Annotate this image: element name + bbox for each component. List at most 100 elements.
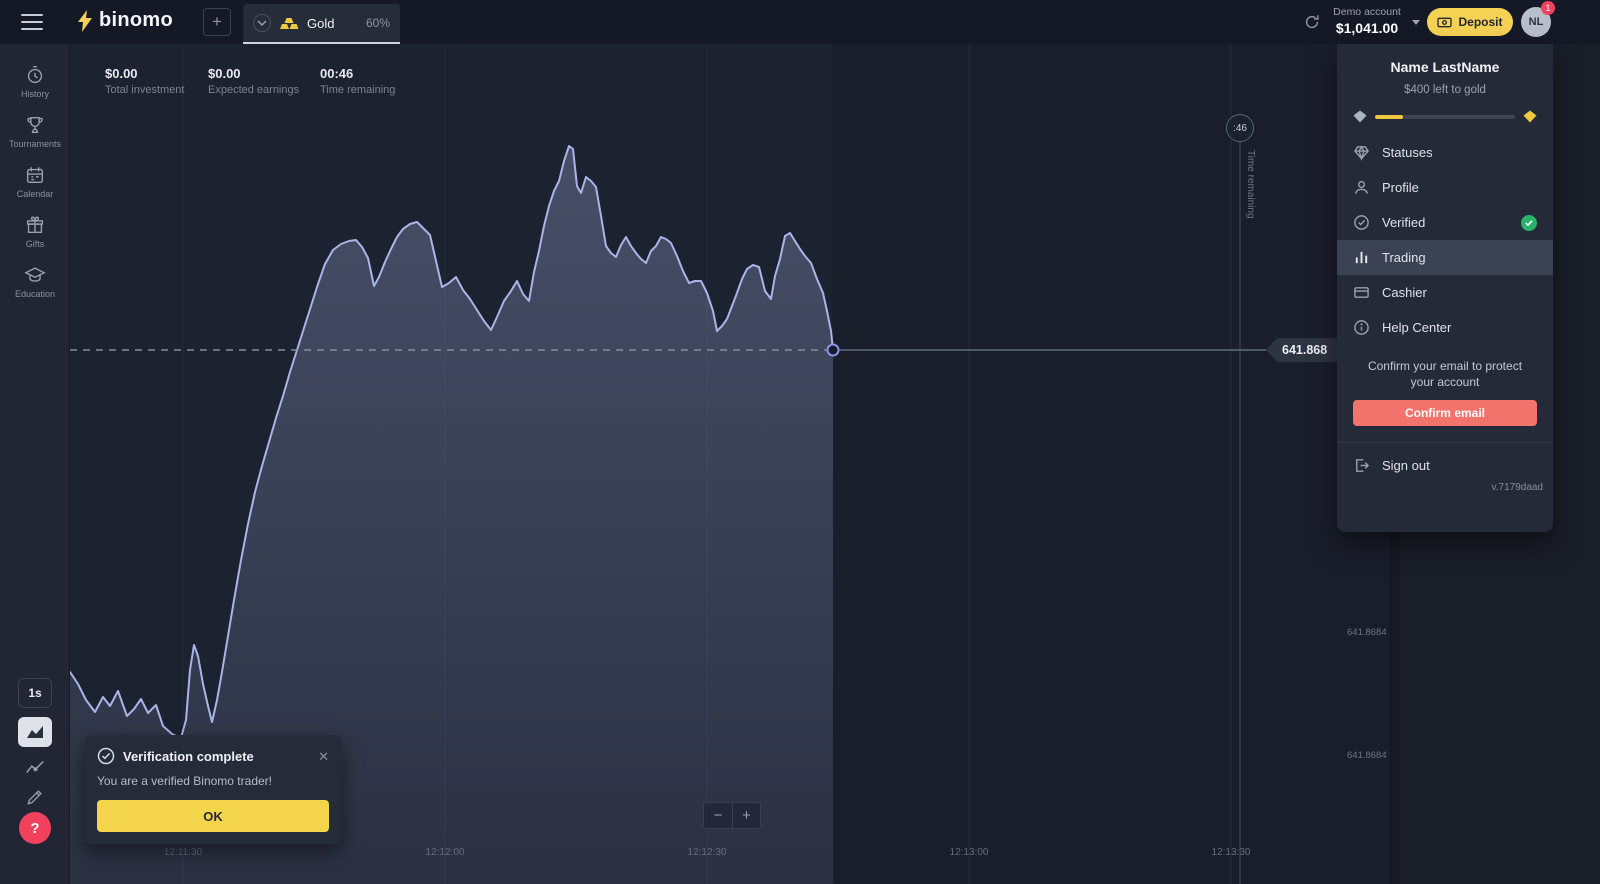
deposit-label: Deposit — [1458, 15, 1502, 29]
confirm-email-text: Confirm your email to protect your accou… — [1357, 358, 1533, 390]
trophy-icon — [24, 114, 46, 136]
user-name: Name LastName — [1337, 59, 1553, 75]
progress-track — [1375, 115, 1515, 119]
area-chart-icon — [26, 725, 44, 739]
x-axis-tick: 12:12:30 — [677, 847, 737, 858]
current-price-badge: 641.868 — [1266, 338, 1337, 362]
statuses-gem-icon — [1353, 144, 1370, 161]
expected-earnings-value: $0.00 — [208, 66, 299, 81]
sidebar-item-education[interactable]: Education — [15, 264, 55, 299]
close-icon[interactable]: ✕ — [318, 750, 329, 763]
sidebar-item-label: Calendar — [17, 189, 54, 199]
menu-item-verified[interactable]: Verified — [1337, 205, 1553, 240]
stat-expected-earnings: $0.00 Expected earnings — [208, 66, 299, 96]
menu-item-profile[interactable]: Profile — [1337, 170, 1553, 205]
status-progress-bar — [1353, 110, 1537, 123]
sidebar-item-calendar[interactable]: Calendar — [17, 164, 54, 199]
menu-item-trading[interactable]: Trading — [1337, 240, 1553, 275]
banknote-icon — [1437, 16, 1452, 29]
toast-body: You are a verified Binomo trader! — [97, 774, 329, 788]
confirm-email-button[interactable]: Confirm email — [1353, 400, 1537, 426]
time-remaining-label: Time remaining — [320, 84, 395, 96]
info-icon — [1353, 319, 1370, 336]
version-text: v.7179daad — [1337, 474, 1553, 493]
pencil-icon — [25, 787, 45, 807]
menu-item-label: Statuses — [1382, 145, 1433, 160]
menu-item-label: Cashier — [1382, 285, 1427, 300]
account-switcher[interactable]: Demo account $1,041.00 — [1326, 6, 1408, 36]
menu-item-label: Verified — [1382, 215, 1425, 230]
sidebar-item-gifts[interactable]: Gifts — [24, 214, 46, 249]
timeframe-button[interactable]: 1s — [18, 678, 52, 708]
binomo-logo[interactable]: binomo — [78, 9, 173, 32]
asset-tab-gold[interactable]: Gold 60% — [243, 4, 400, 44]
chart-tools: 1s — [0, 678, 70, 807]
left-sidebar: History Tournaments Calendar Gifts Educa… — [0, 44, 70, 884]
sign-out-button[interactable]: Sign out — [1337, 443, 1553, 474]
menu-item-label: Trading — [1382, 250, 1426, 265]
account-caret-icon[interactable] — [1412, 20, 1420, 25]
gold-bars-icon — [279, 16, 299, 30]
toast-title: Verification complete — [123, 749, 310, 764]
expected-earnings-label: Expected earnings — [208, 84, 299, 96]
chevron-down-icon[interactable] — [253, 14, 271, 32]
help-button[interactable]: ? — [19, 812, 51, 844]
account-type-label: Demo account — [1326, 6, 1408, 18]
menu-item-label: Profile — [1382, 180, 1419, 195]
drawing-button[interactable] — [25, 787, 45, 807]
account-menu-panel: Name LastName $400 left to gold Statuses… — [1337, 44, 1553, 532]
sign-out-icon — [1353, 457, 1370, 474]
zoom-in-button[interactable]: + — [732, 802, 761, 829]
total-investment-label: Total investment — [105, 84, 184, 96]
indicators-button[interactable] — [24, 756, 46, 778]
timer-vertical-label: Time remaining — [1245, 150, 1256, 219]
deposit-button[interactable]: Deposit — [1427, 8, 1513, 36]
toast-ok-button[interactable]: OK — [97, 800, 329, 832]
x-axis-tick: 12:11:30 — [153, 847, 213, 858]
verified-icon — [1353, 214, 1370, 231]
top-bar: binomo + Gold 60% Demo account $1,041.00 — [0, 0, 1600, 44]
account-balance: $1,041.00 — [1326, 20, 1408, 36]
menu-item-help-center[interactable]: Help Center — [1337, 310, 1553, 345]
sidebar-item-label: Tournaments — [9, 139, 61, 149]
verified-check-icon — [1521, 215, 1537, 231]
sidebar-item-label: Education — [15, 289, 55, 299]
menu-item-statuses[interactable]: Statuses — [1337, 135, 1553, 170]
gold-gem-icon — [1523, 110, 1537, 123]
indicators-icon — [24, 756, 46, 778]
asset-payout: 60% — [366, 16, 390, 30]
cashier-card-icon — [1353, 284, 1370, 301]
calendar-icon — [24, 164, 46, 186]
x-axis-tick: 12:13:30 — [1201, 847, 1261, 858]
graduation-cap-icon — [24, 264, 46, 286]
chart-type-button[interactable] — [18, 717, 52, 747]
progress-fill — [1375, 115, 1403, 119]
verification-toast: Verification complete ✕ You are a verifi… — [85, 735, 341, 844]
stat-time-remaining: 00:46 Time remaining — [320, 66, 395, 96]
sidebar-item-tournaments[interactable]: Tournaments — [9, 114, 61, 149]
trading-icon — [1353, 249, 1370, 266]
timer-badge: :46 — [1226, 114, 1254, 142]
menu-item-cashier[interactable]: Cashier — [1337, 275, 1553, 310]
status-progress-text: $400 left to gold — [1337, 84, 1553, 96]
sidebar-item-label: History — [21, 89, 49, 99]
menu-item-label: Help Center — [1382, 320, 1451, 335]
time-remaining-value: 00:46 — [320, 66, 395, 81]
zoom-out-button[interactable]: − — [703, 802, 732, 829]
sidebar-item-history[interactable]: History — [21, 64, 49, 99]
check-circle-icon — [97, 747, 115, 765]
add-asset-tab-button[interactable]: + — [203, 8, 231, 36]
profile-icon — [1353, 179, 1370, 196]
sign-out-label: Sign out — [1382, 458, 1430, 473]
logo-text: binomo — [99, 9, 173, 32]
hamburger-menu-icon[interactable] — [21, 14, 43, 30]
history-clock-icon — [24, 64, 46, 86]
x-axis-tick: 12:12:00 — [415, 847, 475, 858]
refresh-icon[interactable] — [1303, 13, 1321, 31]
binomo-app: $0.00 Total investment $0.00 Expected ea… — [0, 0, 1600, 884]
total-investment-value: $0.00 — [105, 66, 184, 81]
zoom-controls: − + — [703, 802, 761, 829]
gift-icon — [24, 214, 46, 236]
x-axis-tick: 12:13:00 — [939, 847, 999, 858]
lightning-icon — [78, 10, 93, 32]
